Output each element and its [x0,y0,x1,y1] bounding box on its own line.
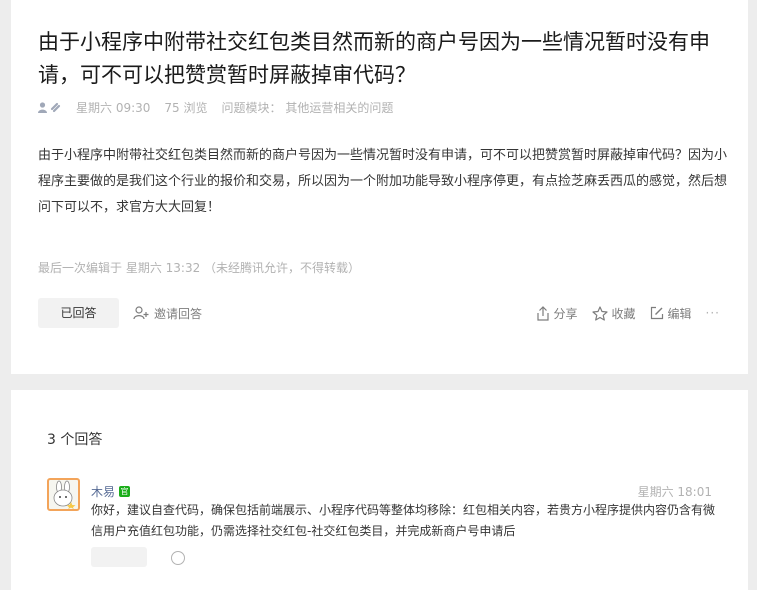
avatar[interactable] [47,478,80,511]
avatar-rabbit-icon [53,480,76,509]
answer-count: 3 个回答 [47,432,103,448]
question-body: 由于小程序中附带社交红包类目然而新的商户号因为一些情况暂时没有申请，可不可以把赞… [38,148,728,215]
answer-action-button[interactable] [91,547,147,567]
question-title: 由于小程序中附带社交红包类目然而新的商户号因为一些情况暂时没有申请，可不可以把赞… [38,30,710,87]
star-icon [591,305,608,321]
edit-label: 编辑 [667,306,692,321]
official-badge: 官 [119,486,131,497]
meta-icons [38,101,62,113]
author-name: 木易 [91,485,116,499]
question-module[interactable]: 问题模块： 其他运营相关的问题 [222,99,394,116]
user-icon [38,101,47,113]
view-count: 75 浏览 [164,100,208,115]
answers-card: 3 个回答 木易 官 星期六 18:01 你好，建议自查代码，确保包括前端展示、… [11,390,748,590]
answer-time: 星期六 18:01 [637,485,712,499]
question-meta: 星期六 09:30 75 浏览 问题模块： 其他运营相关的问题 [38,98,393,116]
share-label: 分享 [553,306,578,321]
question-actions: 分享 收藏 编辑 ··· [536,304,721,322]
answer-action-icon[interactable] [171,551,185,565]
question-time: 星期六 09:30 [76,100,151,115]
share-button[interactable]: 分享 [536,305,578,322]
edit-button[interactable]: 编辑 [650,305,692,322]
more-button[interactable]: ··· [706,306,720,320]
invite-label: 邀请回答 [154,306,203,321]
question-card: 由于小程序中附带社交红包类目然而新的商户号因为一些情况暂时没有申请，可不可以把赞… [11,0,748,374]
add-user-icon [133,306,149,320]
favorite-label: 收藏 [611,306,636,321]
answered-button[interactable]: 已回答 [38,298,119,328]
edit-note: 最后一次编辑于 星期六 13:32 （未经腾讯允许，不得转载） [38,261,361,275]
edit-icon [650,306,663,320]
share-icon [536,305,549,321]
link-icon [50,102,61,112]
answer-author[interactable]: 木易 官 [91,483,131,500]
invite-answer-button[interactable]: 邀请回答 [133,304,202,322]
answer-text: 你好，建议自查代码，确保包括前端展示、小程序代码等整体均移除：红包相关内容，若贵… [91,503,716,538]
favorite-button[interactable]: 收藏 [591,305,636,322]
